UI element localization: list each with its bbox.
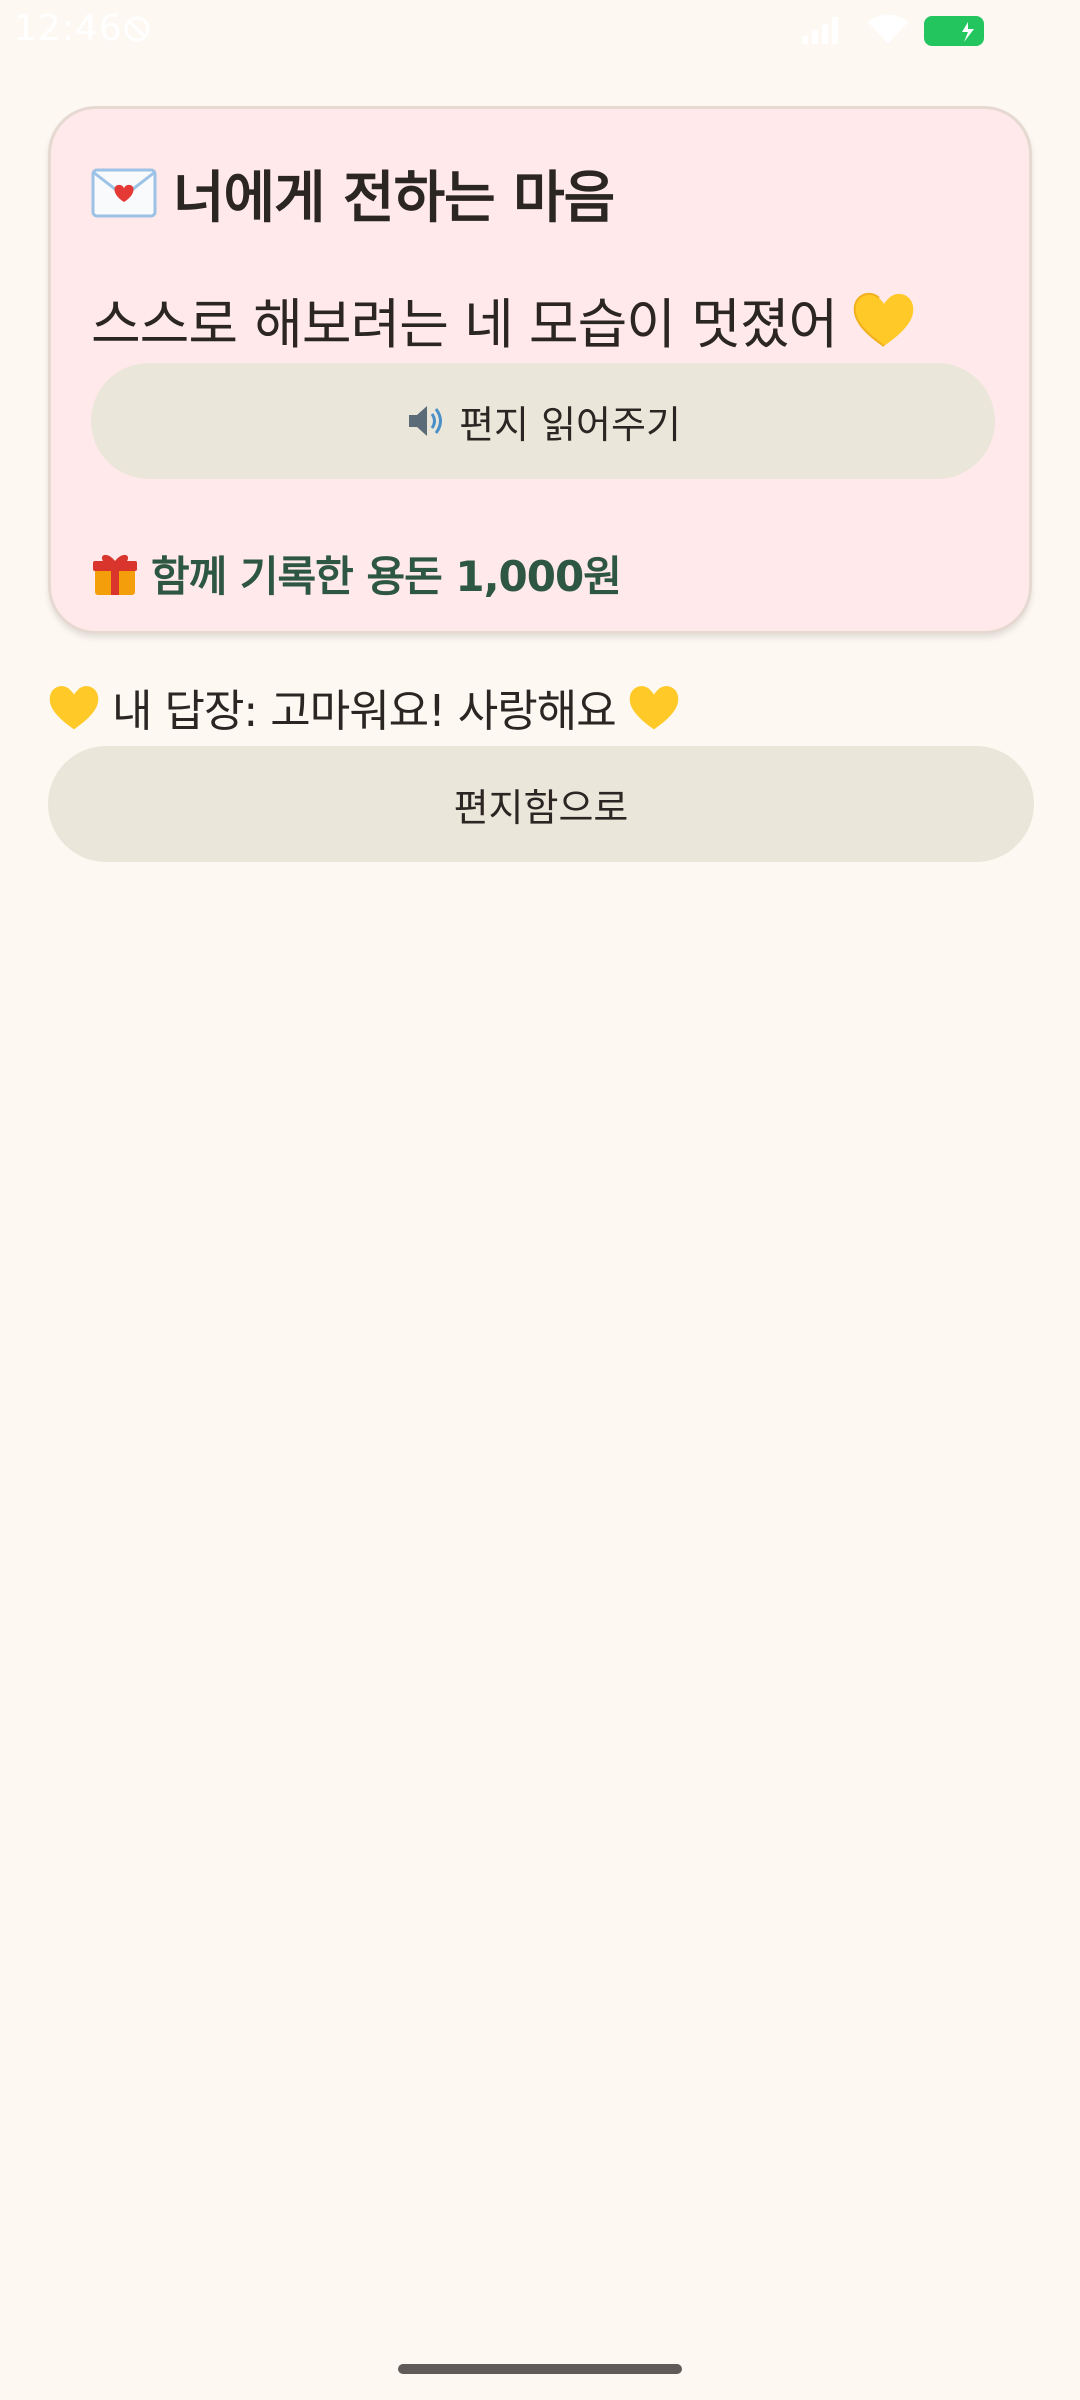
letter-message: 스스로 해보려는 네 모습이 멋졌어 xyxy=(91,279,915,359)
speaker-icon xyxy=(409,406,443,436)
battery-icon xyxy=(924,16,984,46)
back-to-mailbox-label: 편지함으로 xyxy=(453,785,629,830)
allowance-text: 함께 기록한 용돈 1,000원 xyxy=(151,551,622,601)
do-not-disturb-icon xyxy=(124,16,150,42)
read-aloud-button[interactable]: 편지 읽어주기 xyxy=(91,363,995,479)
status-time: 12:46 xyxy=(14,8,123,49)
card-title-text: 너에게 전하는 마음 xyxy=(173,165,615,231)
read-aloud-label: 편지 읽어주기 xyxy=(459,402,681,447)
yellow-heart-icon xyxy=(853,292,914,347)
letter-card: 너에게 전하는 마음 스스로 해보려는 네 모습이 멋졌어 편지 읽어주기 함께… xyxy=(48,106,1032,634)
wifi-icon xyxy=(868,14,908,44)
signal-icon xyxy=(802,17,838,44)
allowance-line: 함께 기록한 용돈 1,000원 xyxy=(91,541,622,605)
card-title: 너에게 전하는 마음 xyxy=(91,153,615,233)
envelope-heart-icon xyxy=(91,168,157,218)
yellow-heart-icon xyxy=(49,686,99,730)
reply-line: 내 답장: 고마워요! 사랑해요 xyxy=(48,672,680,742)
gift-icon xyxy=(93,554,137,595)
yellow-heart-icon xyxy=(629,686,678,730)
letter-detail-screen: 12:46 너에게 전하는 마음 스스로 해보려는 네 모습이 멋졌어 편지 읽… xyxy=(0,0,1080,2400)
reply-text: 내 답장: 고마워요! 사랑해요 xyxy=(112,686,617,737)
status-bar: 12:46 xyxy=(0,0,1080,60)
letter-message-text: 스스로 해보려는 네 모습이 멋졌어 xyxy=(91,292,838,356)
home-indicator[interactable] xyxy=(398,2364,682,2374)
back-to-mailbox-button[interactable]: 편지함으로 xyxy=(48,746,1034,862)
